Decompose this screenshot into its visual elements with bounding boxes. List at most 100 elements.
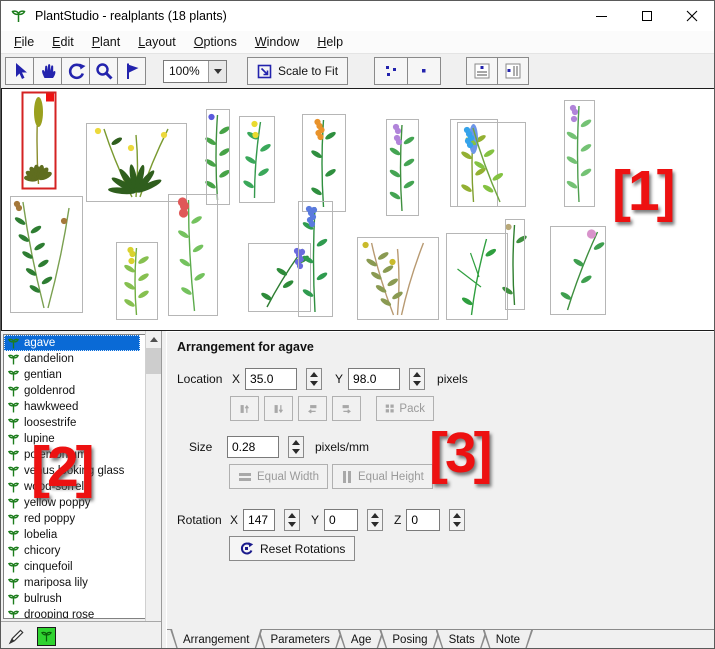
plant-thumbnail-blue-diagonal[interactable]: [249, 244, 311, 312]
chevron-down-icon: [214, 69, 222, 74]
plant-name-label: wood-sorrel: [24, 481, 84, 493]
plant-list-item-bulrush[interactable]: bulrush: [4, 591, 158, 607]
location-x-input[interactable]: [245, 368, 297, 390]
plant-thumbnail-gentian[interactable]: [204, 110, 231, 205]
align-right-button[interactable]: [332, 396, 361, 421]
plant-list-item-polemonium[interactable]: polemonium: [4, 447, 158, 463]
rename-pencil-button[interactable]: [7, 626, 27, 646]
plant-icon: [7, 593, 20, 606]
show-one-plant-button[interactable]: [407, 57, 441, 85]
equal-width-icon: [238, 471, 252, 483]
zoom-dropdown-button[interactable]: [208, 61, 226, 82]
show-all-plants-button[interactable]: [374, 57, 408, 85]
pack-button[interactable]: Pack: [376, 396, 434, 421]
maximize-button[interactable]: [624, 1, 669, 31]
plant-list-scrollbar[interactable]: [145, 331, 161, 649]
plant-list-item-red-poppy[interactable]: red poppy: [4, 511, 158, 527]
rotate-tool-button[interactable]: [61, 57, 90, 85]
plant-list-item-mariposa-lily[interactable]: mariposa lily: [4, 575, 158, 591]
reset-rotations-button[interactable]: Reset Rotations: [229, 536, 355, 561]
new-plant-button[interactable]: [37, 627, 56, 646]
tab-stats[interactable]: Stats: [436, 630, 488, 649]
plant-list-item-goldenrod[interactable]: goldenrod: [4, 383, 158, 399]
plant-list-item-venus-looking-glass[interactable]: venus looking glass: [4, 463, 158, 479]
plant-list-item-cinquefoil[interactable]: cinquefoil: [4, 559, 158, 575]
rotation-y-spinner[interactable]: [367, 509, 383, 531]
tab-arrangement[interactable]: Arrangement: [170, 629, 262, 649]
plant-thumbnail-pink-diagonal[interactable]: [551, 227, 606, 315]
plant-list-item-yellow-poppy[interactable]: yellow poppy: [4, 495, 158, 511]
plant-list-item-hawkweed[interactable]: hawkweed: [4, 399, 158, 415]
plant-list-item-wood-sorrel[interactable]: wood-sorrel: [4, 479, 158, 495]
tab-parameters[interactable]: Parameters: [257, 630, 342, 649]
plant-list-item-loosestrife[interactable]: loosestrife: [4, 415, 158, 431]
equal-height-button[interactable]: Equal Height: [332, 464, 433, 489]
zoom-tool-button[interactable]: [89, 57, 118, 85]
align-top-button[interactable]: [230, 396, 259, 421]
plant-list-item-dandelion[interactable]: dandelion: [4, 351, 158, 367]
plant-thumbnail-blue-arc[interactable]: [458, 123, 526, 207]
pointer-icon: [10, 61, 30, 81]
location-units-label: pixels: [437, 372, 468, 386]
rotation-z-spinner[interactable]: [449, 509, 465, 531]
plant-list-item-agave[interactable]: agave: [4, 335, 140, 351]
equal-width-button[interactable]: Equal Width: [229, 464, 328, 489]
plant-thumbnail-hawkweed[interactable]: [303, 115, 346, 212]
rotation-z-input[interactable]: [406, 509, 440, 531]
plant-thumbnail-bulrush-thin[interactable]: [501, 220, 528, 310]
plant-thumbnail-agave[interactable]: [23, 93, 56, 189]
plant-list[interactable]: agavedandeliongentiangoldenrodhawkweedlo…: [3, 334, 159, 619]
minimize-button[interactable]: [579, 1, 624, 31]
plant-thumbnail-red-poppy[interactable]: [169, 195, 218, 316]
location-y-spinner[interactable]: [409, 368, 425, 390]
equal-height-icon: [341, 470, 353, 484]
layout-canvas[interactable]: [1, 88, 715, 331]
menu-window[interactable]: Window: [246, 32, 308, 52]
plant-thumbnail-green-twig[interactable]: [447, 234, 508, 320]
toggle-bottom-panel-button[interactable]: [466, 57, 498, 85]
align-left-button[interactable]: [298, 396, 327, 421]
menu-edit[interactable]: Edit: [43, 32, 83, 52]
pan-tool-button[interactable]: [33, 57, 62, 85]
tab-note[interactable]: Note: [483, 630, 533, 649]
flag-tool-button[interactable]: [117, 57, 146, 85]
close-button[interactable]: [669, 1, 714, 31]
rotation-x-input[interactable]: [243, 509, 275, 531]
rotation-x-spinner[interactable]: [284, 509, 300, 531]
scale-to-fit-button[interactable]: Scale to Fit: [247, 57, 348, 85]
plant-thumbnail-dandelion[interactable]: [87, 124, 187, 202]
plant-list-item-chicory[interactable]: chicory: [4, 543, 158, 559]
plant-thumbnail-purple-small[interactable]: [387, 120, 419, 216]
zoom-level-combobox[interactable]: 100%: [163, 60, 227, 83]
plant-thumbnail-bushy-green[interactable]: [11, 197, 83, 313]
menu-plant[interactable]: Plant: [83, 32, 130, 52]
plant-list-item-gentian[interactable]: gentian: [4, 367, 158, 383]
plant-thumbnail-small-yellow[interactable]: [117, 243, 158, 320]
plant-name-label: agave: [24, 337, 55, 349]
menu-options[interactable]: Options: [185, 32, 246, 52]
tab-label: Posing: [392, 634, 427, 646]
menu-file[interactable]: File: [5, 32, 43, 52]
plant-thumbnail-spread-tan[interactable]: [358, 238, 439, 320]
rotation-y-input[interactable]: [324, 509, 358, 531]
tab-posing[interactable]: Posing: [379, 630, 440, 649]
location-x-spinner[interactable]: [306, 368, 322, 390]
plant-thumbnail-goldenrod[interactable]: [240, 117, 275, 203]
rotation-z-label: Z: [394, 513, 401, 527]
align-bottom-button[interactable]: [264, 396, 293, 421]
scroll-up-button[interactable]: [146, 331, 161, 347]
close-icon: [686, 10, 698, 22]
menu-help[interactable]: Help: [308, 32, 352, 52]
location-y-input[interactable]: [348, 368, 400, 390]
menu-layout[interactable]: Layout: [129, 32, 185, 52]
select-tool-button[interactable]: [5, 57, 34, 85]
size-spinner[interactable]: [288, 436, 304, 458]
plant-list-item-lobelia[interactable]: lobelia: [4, 527, 158, 543]
plant-list-item-lupine[interactable]: lupine: [4, 431, 158, 447]
scrollbar-thumb[interactable]: [146, 348, 161, 374]
tab-age[interactable]: Age: [338, 630, 384, 649]
plant-thumbnail-vine-purple[interactable]: [565, 101, 595, 207]
plant-list-item-drooping-rose[interactable]: drooping rose: [4, 607, 158, 619]
size-input[interactable]: [227, 436, 279, 458]
toggle-side-panel-button[interactable]: [497, 57, 529, 85]
